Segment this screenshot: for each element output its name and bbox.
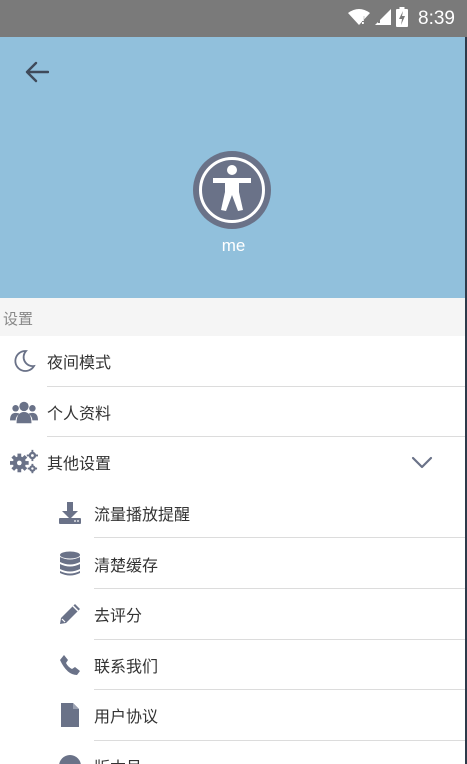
menu-item-other-settings[interactable]: 其他设置	[0, 437, 467, 488]
avatar-ring	[199, 157, 265, 223]
settings-menu: 夜间模式 个人资料 其他设置 流量播放提醒 清楚缓存 去评分 联系我们 用户协议	[0, 336, 467, 764]
menu-item-clear-cache[interactable]: 清楚缓存	[0, 538, 467, 589]
menu-item-label: 版本号	[94, 754, 142, 764]
wifi-icon	[348, 8, 371, 30]
version-icon	[56, 752, 84, 764]
menu-item-label: 流量播放提醒	[94, 505, 191, 525]
gears-icon	[10, 448, 38, 476]
back-button[interactable]	[20, 59, 54, 89]
chevron-down-icon[interactable]	[411, 455, 433, 469]
profile-header: me	[0, 37, 467, 298]
menu-item-data-reminder[interactable]: 流量播放提醒	[0, 488, 467, 539]
moon-icon	[10, 347, 38, 375]
database-icon	[56, 550, 84, 578]
menu-item-label: 其他设置	[47, 454, 112, 474]
menu-item-version[interactable]: 版本号	[0, 741, 467, 764]
signal-icon	[374, 8, 392, 30]
menu-item-night-mode[interactable]: 夜间模式	[0, 336, 467, 387]
username: me	[221, 236, 246, 255]
accessibility-person-icon	[210, 164, 254, 216]
menu-item-label: 清楚缓存	[94, 555, 159, 575]
settings-section-header: 设置	[0, 298, 467, 336]
menu-item-label: 联系我们	[94, 656, 159, 676]
document-icon	[56, 701, 84, 729]
status-icons: 8:39	[348, 7, 455, 31]
phone-icon	[56, 651, 84, 679]
users-icon	[10, 398, 38, 426]
arrow-left-icon	[25, 61, 50, 87]
menu-item-profile[interactable]: 个人资料	[0, 387, 467, 438]
menu-item-label: 去评分	[94, 606, 143, 626]
menu-item-label: 夜间模式	[47, 353, 112, 373]
menu-item-label: 用户协议	[94, 707, 159, 727]
download-icon	[56, 499, 84, 527]
pencil-icon	[56, 600, 84, 628]
menu-item-label: 个人资料	[47, 403, 112, 423]
avatar[interactable]	[193, 151, 271, 229]
menu-item-rate[interactable]: 去评分	[0, 589, 467, 640]
menu-item-contact[interactable]: 联系我们	[0, 640, 467, 691]
status-time: 8:39	[418, 8, 455, 29]
status-bar: 8:39	[0, 0, 467, 37]
menu-item-agreement[interactable]: 用户协议	[0, 690, 467, 741]
battery-charging-icon	[396, 7, 409, 31]
